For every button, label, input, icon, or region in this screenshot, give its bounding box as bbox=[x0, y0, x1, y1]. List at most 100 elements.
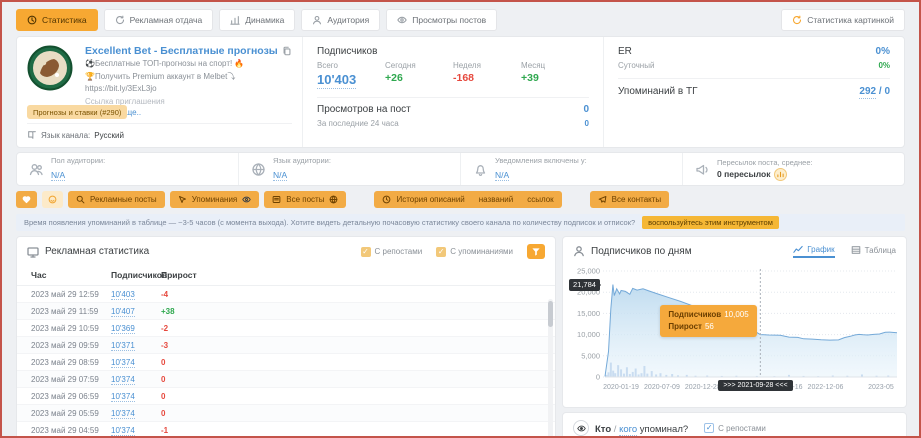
row-growth: 0 bbox=[161, 357, 166, 367]
subscribers-month-value: +39 bbox=[521, 72, 539, 84]
stats-as-image-button[interactable]: Статистика картинкой bbox=[781, 9, 905, 31]
x-axis-tick: 2020-01-19 bbox=[603, 384, 639, 391]
copy-icon[interactable] bbox=[282, 46, 292, 56]
channel-description-link: https://bit.ly/3ExL3jo bbox=[85, 84, 157, 93]
tab-audience[interactable]: Аудитория bbox=[301, 9, 381, 31]
history-button[interactable]: История описаний названий ссылок bbox=[374, 191, 562, 208]
channel-avatar[interactable] bbox=[27, 45, 73, 91]
gender-label: Пол аудитории: bbox=[51, 155, 106, 165]
audience-language-value[interactable]: N/A bbox=[273, 170, 288, 182]
mentions-checkbox[interactable]: ✓ С упоминаниями bbox=[436, 246, 513, 257]
scrollbar-thumb[interactable] bbox=[548, 301, 553, 327]
row-subscribers-link[interactable]: 10'374 bbox=[111, 374, 135, 385]
subscribers-area-chart[interactable]: 25,000 20,000 15,000 10,000 5,000 0 2020-01-19… bbox=[567, 265, 902, 407]
channel-description-line: 🏆Получить Premium аккаунт в Melbet⤵ bbox=[85, 71, 236, 81]
actions-row: Рекламные посты Упоминания Все посты Ист… bbox=[16, 191, 905, 208]
ads-posts-button[interactable]: Рекламные посты bbox=[68, 191, 165, 208]
favorite-button[interactable] bbox=[16, 191, 37, 208]
row-subscribers-link[interactable]: 10'374 bbox=[111, 357, 135, 368]
all-posts-button[interactable]: Все посты bbox=[264, 191, 347, 208]
row-hour: 2023 май 29 11:59 bbox=[31, 306, 99, 316]
audience-language-label: Язык аудитории: bbox=[273, 155, 331, 165]
gender-value[interactable]: N/A bbox=[51, 170, 66, 182]
row-subscribers-link[interactable]: 10'369 bbox=[111, 323, 135, 334]
row-subscribers-link[interactable]: 10'374 bbox=[111, 391, 135, 402]
toggle-graph[interactable]: График bbox=[793, 244, 835, 258]
forwards-label: Пересылок поста, среднее: bbox=[717, 157, 813, 167]
row-subscribers-link[interactable]: 10'403 bbox=[111, 289, 135, 300]
chart-tooltip: Подписчиков 10,005 Прирост 56 bbox=[660, 304, 757, 337]
who-label: Кто bbox=[595, 424, 612, 435]
x-axis-tick: 2022-12-06 bbox=[808, 384, 844, 391]
audience-strip: Пол аудитории: N/A Язык аудитории: N/A У… bbox=[16, 152, 905, 186]
eye-badge bbox=[573, 420, 589, 436]
eye-icon bbox=[576, 425, 586, 431]
table-row: 2023 май 29 04:59 10'374 -1 bbox=[17, 422, 555, 436]
ad-stats-table-body: 2023 май 29 12:59 10'403 -4 2023 май 29 11:… bbox=[17, 286, 555, 436]
button-label: Все контакты bbox=[611, 195, 662, 204]
ad-stats-panel: Рекламная статистика ✓ С репостами ✓ С у… bbox=[16, 236, 556, 436]
subscribers-today-value: +26 bbox=[385, 72, 403, 84]
table-scrollbar[interactable] bbox=[548, 299, 553, 436]
col-header-subscribers[interactable]: Подписчиков bbox=[111, 270, 167, 280]
mentions-button[interactable]: Упоминания bbox=[169, 191, 260, 208]
row-subscribers-link[interactable]: 10'374 bbox=[111, 408, 135, 419]
whom-link[interactable]: кого bbox=[619, 424, 638, 436]
heart-icon bbox=[22, 196, 31, 204]
tab-post-views[interactable]: Просмотры постов bbox=[386, 9, 498, 31]
mentions-reposts-checkbox[interactable]: ✓ С репостами bbox=[704, 423, 766, 433]
channel-description-line: ⚽Бесплатные ТОП-прогнозы на спорт! 🔥 bbox=[85, 59, 245, 68]
category-badge[interactable]: Прогнозы и ставки (#290) bbox=[27, 105, 128, 119]
views-per-post-row: Просмотров на пост 0 bbox=[317, 96, 589, 115]
history-descriptions-option[interactable]: История описаний bbox=[396, 195, 464, 204]
table-row: 2023 май 29 10:59 10'369 -2 bbox=[17, 320, 555, 337]
megaphone-icon bbox=[696, 164, 708, 175]
button-label: Упоминания bbox=[191, 195, 238, 204]
tab-ad-performance[interactable]: Рекламная отдача bbox=[103, 9, 214, 31]
channel-title-link[interactable]: Excellent Bet - Бесплатные прогнозы bbox=[85, 45, 292, 57]
col-header-growth[interactable]: Прирост bbox=[161, 270, 555, 280]
tab-dynamics[interactable]: Динамика bbox=[219, 9, 296, 31]
tab-statistics[interactable]: Статистика bbox=[16, 9, 98, 31]
history-links-option[interactable]: ссылок bbox=[527, 195, 553, 204]
language-label: Язык канала: bbox=[41, 130, 91, 140]
row-growth: 0 bbox=[161, 408, 166, 418]
filter-button[interactable] bbox=[527, 244, 545, 259]
row-hour: 2023 май 29 09:59 bbox=[31, 340, 99, 350]
row-growth: 0 bbox=[161, 391, 166, 401]
subscribers-week-value: -168 bbox=[453, 72, 475, 84]
views-24h-label: За последние 24 часа bbox=[317, 118, 399, 128]
tg-mentions-count[interactable]: 292 bbox=[859, 86, 877, 99]
refresh-icon bbox=[115, 15, 124, 25]
contacts-button[interactable]: Все контакты bbox=[589, 191, 670, 208]
stat-label: Сегодня bbox=[385, 61, 416, 70]
table-row: 2023 май 29 07:59 10'374 0 bbox=[17, 371, 555, 388]
er-row: ER 0% bbox=[618, 46, 890, 57]
smiley-button[interactable] bbox=[42, 191, 63, 208]
row-subscribers-link[interactable]: 10'374 bbox=[111, 425, 135, 436]
row-growth: 0 bbox=[161, 374, 166, 384]
row-subscribers-link[interactable]: 10'407 bbox=[111, 306, 135, 317]
reposts-checkbox[interactable]: ✓ С репостами bbox=[360, 246, 422, 257]
table-icon bbox=[851, 246, 860, 254]
history-titles-option[interactable]: названий bbox=[479, 195, 513, 204]
stat-label: Всего bbox=[317, 61, 338, 70]
chart-selected-date-badge: >>> 2021-09-28 <<< bbox=[718, 380, 793, 391]
col-header-hour[interactable]: Час bbox=[31, 270, 111, 280]
toggle-table[interactable]: Таблица bbox=[851, 245, 896, 257]
funnel-icon bbox=[532, 247, 540, 256]
stat-label: Неделя bbox=[453, 61, 481, 70]
language-value: Русский bbox=[94, 130, 124, 140]
subscribers-total-value[interactable]: 10'403 bbox=[317, 72, 357, 89]
channel-title: Excellent Bet - Бесплатные прогнозы bbox=[85, 45, 278, 57]
cursor-icon bbox=[178, 196, 186, 203]
forwards-value: 0 пересылок bbox=[717, 169, 771, 179]
row-hour: 2023 май 29 06:59 bbox=[31, 391, 99, 401]
tg-mentions-row: Упоминаний в ТГ 292 / 0 bbox=[618, 78, 890, 99]
forwards-chart-button[interactable] bbox=[774, 167, 788, 181]
notifications-value[interactable]: N/A bbox=[495, 170, 510, 182]
row-subscribers-link[interactable]: 10'371 bbox=[111, 340, 135, 351]
row-hour: 2023 май 29 10:59 bbox=[31, 323, 99, 333]
row-growth: +38 bbox=[161, 306, 175, 316]
notice-tool-link[interactable]: воспользуйтесь этим инструментом bbox=[642, 216, 779, 229]
